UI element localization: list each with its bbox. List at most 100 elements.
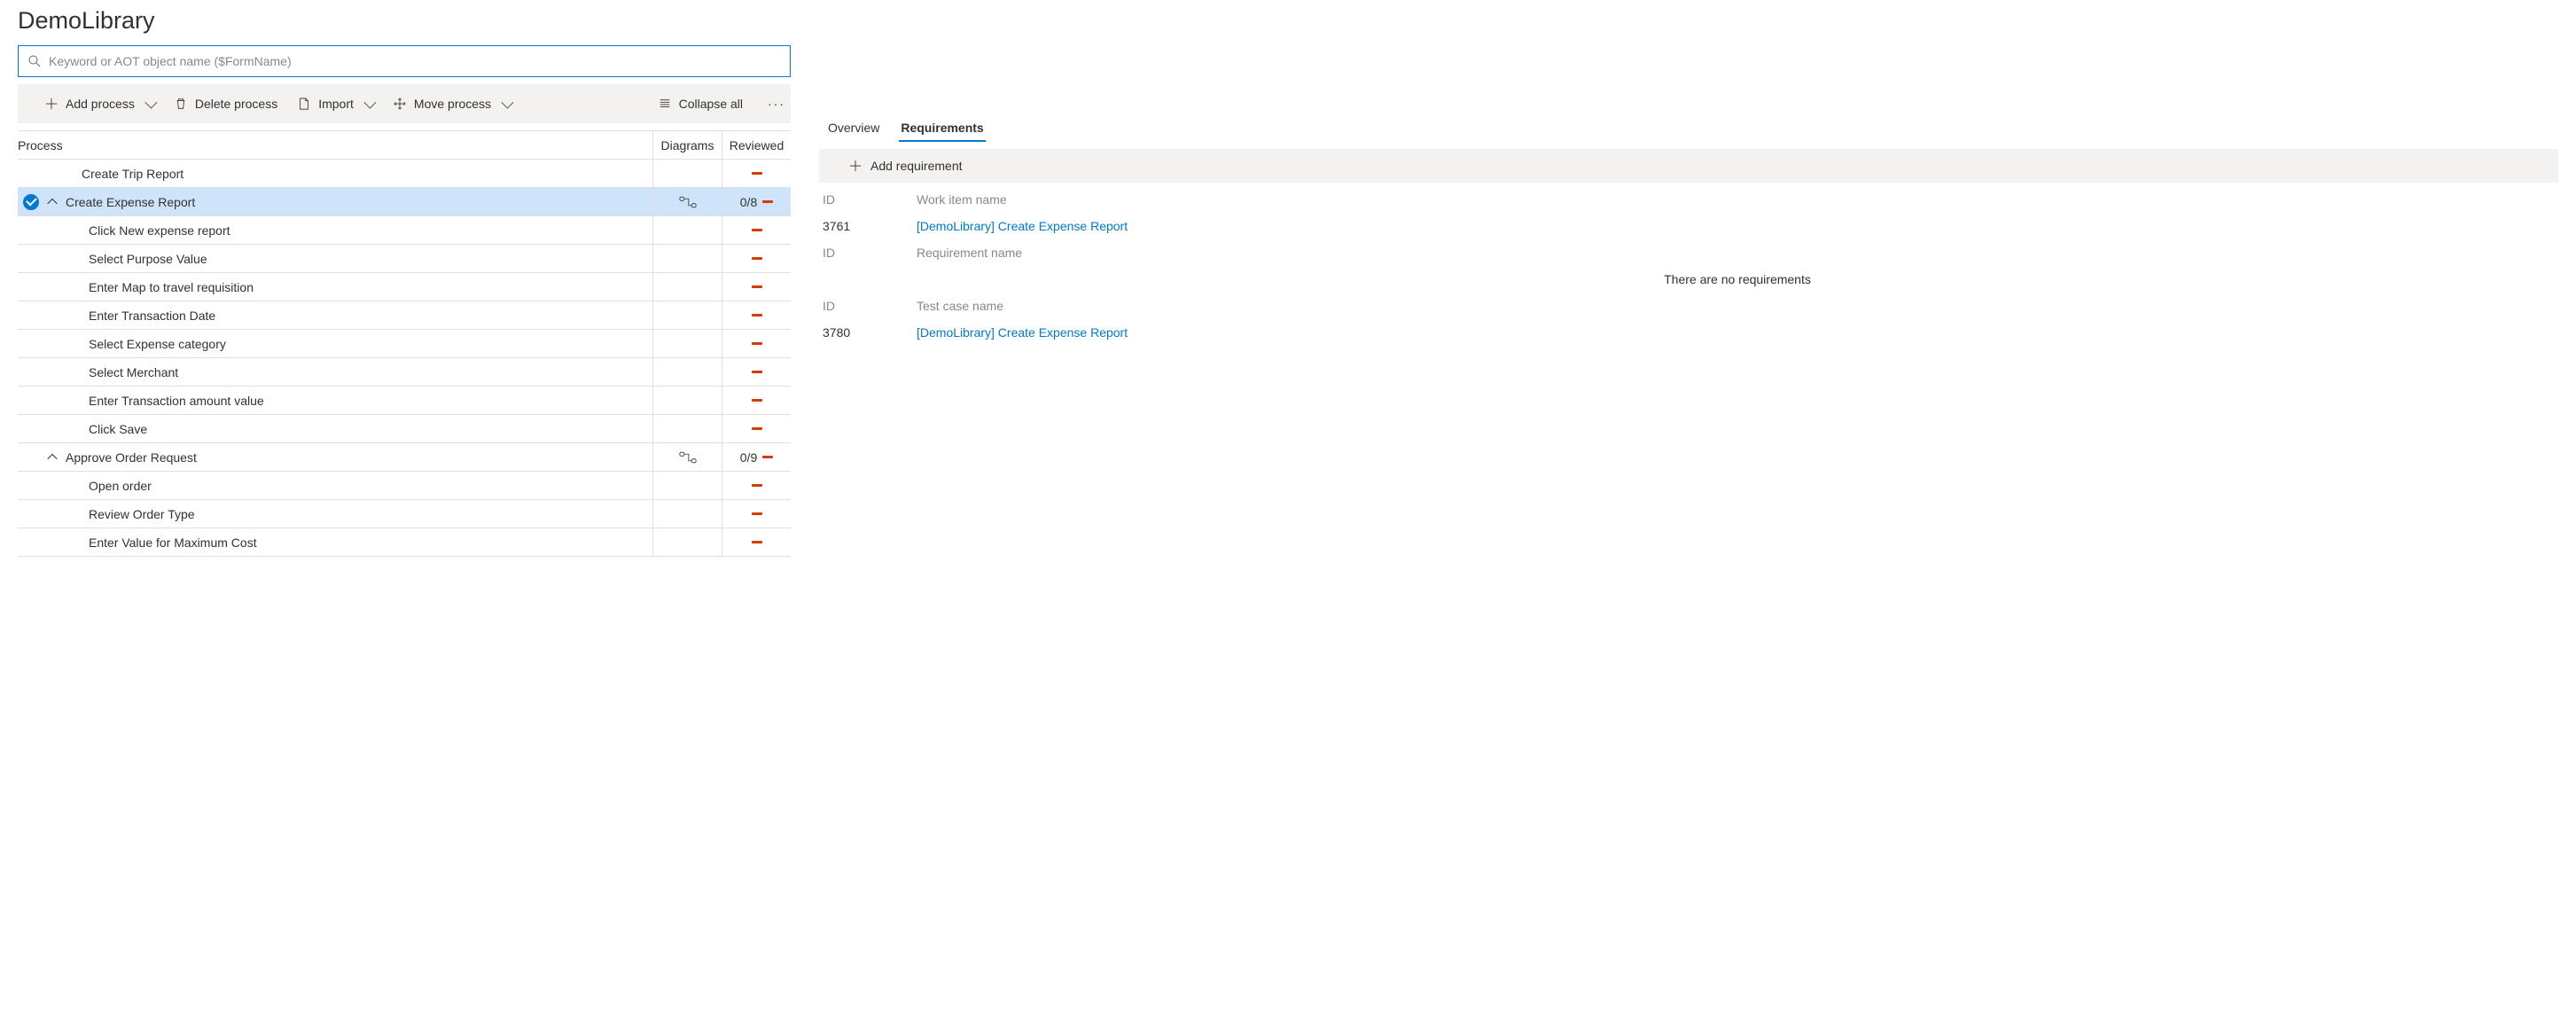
rp-name-cell[interactable]: [DemoLibrary] Create Expense Report	[917, 325, 2558, 340]
reviewed-cell	[722, 528, 791, 556]
rp-id-header: ID	[819, 192, 917, 207]
expander[interactable]	[44, 454, 60, 461]
reviewed-cell	[722, 301, 791, 329]
tab-requirements[interactable]: Requirements	[899, 115, 985, 142]
rp-empty-message: There are no requirements	[917, 272, 2558, 286]
search-input[interactable]	[49, 54, 781, 68]
table-row[interactable]: Select Purpose Value	[18, 245, 791, 273]
diagram-icon	[679, 451, 697, 464]
column-header-process[interactable]: Process	[18, 138, 652, 152]
process-label: Approve Order Request	[60, 450, 652, 465]
expander[interactable]	[44, 199, 60, 206]
table-row[interactable]: Create Trip Report	[18, 160, 791, 188]
diagrams-cell	[652, 245, 722, 272]
diagram-icon	[679, 196, 697, 208]
import-label: Import	[318, 97, 354, 111]
row-selector[interactable]	[18, 194, 44, 210]
chevron-down-icon	[501, 97, 513, 109]
rp-row[interactable]: 3780[DemoLibrary] Create Expense Report	[819, 319, 2558, 346]
check-icon	[23, 194, 39, 210]
reviewed-cell	[722, 216, 791, 244]
reviewed-cell	[722, 500, 791, 528]
import-button[interactable]: Import	[297, 84, 373, 123]
delete-process-label: Delete process	[195, 97, 277, 111]
rp-row: There are no requirements	[819, 266, 2558, 293]
table-row[interactable]: Click New expense report	[18, 216, 791, 245]
table-row[interactable]: Enter Transaction amount value	[18, 387, 791, 415]
chevron-down-icon	[363, 97, 376, 109]
minus-icon	[752, 399, 762, 402]
tab-overview[interactable]: Overview	[826, 115, 881, 142]
column-header-reviewed[interactable]: Reviewed	[722, 131, 791, 159]
collapse-all-label: Collapse all	[679, 97, 743, 111]
plus-icon	[849, 160, 862, 172]
rp-id-header: ID	[819, 299, 917, 313]
move-process-label: Move process	[414, 97, 491, 111]
table-row[interactable]: Click Save	[18, 415, 791, 443]
search-box[interactable]	[18, 45, 791, 77]
table-row[interactable]: Open order	[18, 472, 791, 500]
reviewed-count: 0/8	[740, 195, 757, 209]
plus-icon	[44, 97, 59, 111]
table-row[interactable]: Enter Value for Maximum Cost	[18, 528, 791, 557]
grid-header: Process Diagrams Reviewed	[18, 131, 791, 160]
page-title: DemoLibrary	[18, 7, 791, 35]
process-label: Click New expense report	[44, 223, 652, 238]
diagrams-cell	[652, 500, 722, 528]
process-label: Review Order Type	[44, 507, 652, 521]
rp-name-header: Test case name	[917, 299, 2558, 313]
minus-icon	[752, 172, 762, 175]
rp-section-header: IDRequirement name	[819, 239, 2558, 266]
column-header-diagrams[interactable]: Diagrams	[652, 131, 722, 159]
table-row[interactable]: Create Expense Report0/8	[18, 188, 791, 216]
diagrams-cell[interactable]	[652, 443, 722, 471]
reviewed-cell	[722, 472, 791, 499]
rp-name-cell[interactable]: [DemoLibrary] Create Expense Report	[917, 219, 2558, 233]
add-process-button[interactable]: Add process	[44, 84, 154, 123]
process-label: Enter Transaction Date	[44, 309, 652, 323]
minus-icon	[752, 285, 762, 288]
minus-icon	[752, 427, 762, 430]
process-label: Enter Transaction amount value	[44, 394, 652, 408]
table-row[interactable]: Select Expense category	[18, 330, 791, 358]
process-label: Enter Value for Maximum Cost	[44, 535, 652, 550]
diagrams-cell	[652, 358, 722, 386]
table-row[interactable]: Enter Transaction Date	[18, 301, 791, 330]
diagrams-cell	[652, 472, 722, 499]
process-label: Enter Map to travel requisition	[44, 280, 652, 294]
add-process-label: Add process	[66, 97, 135, 111]
collapse-all-button[interactable]: Collapse all	[658, 84, 743, 123]
minus-icon	[752, 371, 762, 373]
process-label: Select Expense category	[44, 337, 652, 351]
minus-icon	[752, 512, 762, 515]
rp-section-header: IDTest case name	[819, 293, 2558, 319]
rp-row[interactable]: 3761[DemoLibrary] Create Expense Report	[819, 213, 2558, 239]
add-requirement-button[interactable]: Add requirement	[819, 149, 2558, 183]
process-label: Open order	[44, 479, 652, 493]
chevron-down-icon	[144, 97, 157, 109]
process-label: Select Purpose Value	[44, 252, 652, 266]
chevron-up-icon	[47, 453, 57, 463]
toolbar: Add process Delete process Import	[18, 84, 791, 123]
rp-name-header: Work item name	[917, 192, 2558, 207]
diagrams-cell[interactable]	[652, 188, 722, 215]
reviewed-count: 0/9	[740, 450, 757, 465]
table-row[interactable]: Select Merchant	[18, 358, 791, 387]
move-process-button[interactable]: Move process	[393, 84, 511, 123]
tabs: Overview Requirements	[819, 115, 2558, 142]
reviewed-cell	[722, 273, 791, 301]
trash-icon	[174, 97, 188, 111]
rp-id-cell: 3761	[819, 219, 917, 233]
rp-id-header: ID	[819, 246, 917, 260]
table-row[interactable]: Enter Map to travel requisition	[18, 273, 791, 301]
reviewed-cell	[722, 415, 791, 442]
rp-name-header: Requirement name	[917, 246, 2558, 260]
process-label: Select Merchant	[44, 365, 652, 379]
table-row[interactable]: Approve Order Request 0/9	[18, 443, 791, 472]
more-button[interactable]: ···	[762, 84, 791, 123]
process-grid: Process Diagrams Reviewed Create Trip Re…	[18, 130, 791, 557]
rp-section-header: IDWork item name	[819, 186, 2558, 213]
minus-icon	[752, 342, 762, 345]
delete-process-button[interactable]: Delete process	[174, 84, 277, 123]
table-row[interactable]: Review Order Type	[18, 500, 791, 528]
